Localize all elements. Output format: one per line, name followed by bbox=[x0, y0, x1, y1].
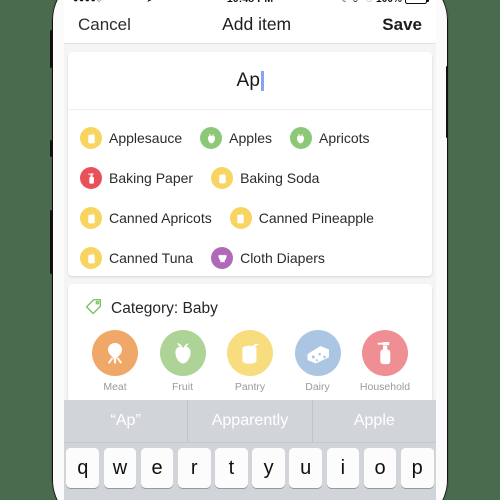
suggestion-item-label: Apricots bbox=[318, 130, 370, 146]
suggestion-item-label: Baking Soda bbox=[240, 170, 320, 186]
category-item-pantry[interactable]: Pantry bbox=[221, 330, 279, 393]
diaper-icon bbox=[211, 247, 234, 269]
suggestion-item[interactable]: Baking Paper bbox=[80, 167, 193, 189]
battery-percent-label: 100% bbox=[376, 0, 402, 5]
spray-bottle-icon bbox=[362, 330, 408, 376]
suggestion-item[interactable]: Apples bbox=[200, 127, 272, 149]
category-header-label: Category: Baby bbox=[111, 300, 218, 317]
status-bar-right: ☾ ☍ ⏱ 100% bbox=[273, 0, 430, 5]
suggestion-item-label: Canned Pineapple bbox=[258, 210, 374, 226]
suggestion-item-label: Applesauce bbox=[109, 130, 183, 146]
category-item-label: Dairy bbox=[305, 381, 330, 393]
spray-bottle-icon bbox=[80, 167, 102, 189]
keyboard-row-1: qwertyuiop bbox=[66, 448, 434, 488]
key-q[interactable]: q bbox=[66, 448, 100, 488]
suggestion-row: Canned Tuna Cloth Diapers bbox=[80, 238, 420, 278]
can-icon bbox=[80, 207, 102, 229]
category-item-label: Pantry bbox=[234, 381, 266, 393]
text-caret bbox=[261, 70, 264, 91]
category-strip: Meat Fruit Pantry Dairy Household bbox=[68, 330, 432, 393]
signal-strength-icon: ●●●●○ bbox=[73, 0, 102, 4]
category-item-household[interactable]: Household bbox=[356, 330, 414, 393]
cancel-button[interactable]: Cancel bbox=[78, 15, 131, 35]
suggestion-item[interactable]: Baking Soda bbox=[211, 167, 319, 189]
category-item-label: Fruit bbox=[172, 381, 193, 393]
autocomplete-suggestion[interactable]: Apple bbox=[311, 400, 436, 442]
keyboard-key-rows: qwertyuiop bbox=[64, 443, 436, 488]
category-item-label: Meat bbox=[103, 381, 127, 393]
search-field-row[interactable]: Ap bbox=[68, 52, 432, 110]
key-r[interactable]: r bbox=[177, 448, 211, 488]
suggestion-row: Canned Apricots Canned Pineapple bbox=[80, 198, 420, 238]
location-arrow-icon: ➤ bbox=[146, 0, 154, 5]
suggestion-item[interactable]: Cloth Diapers bbox=[211, 247, 325, 269]
suggestion-item-label: Cloth Diapers bbox=[240, 250, 325, 266]
onscreen-keyboard: “Ap” Apparently Apple qwertyuiop bbox=[64, 400, 436, 500]
bluetooth-icon: ☍ bbox=[353, 0, 363, 5]
key-u[interactable]: u bbox=[289, 448, 323, 488]
key-e[interactable]: e bbox=[140, 448, 174, 488]
can-icon bbox=[211, 167, 234, 189]
can-icon bbox=[80, 127, 102, 149]
autocomplete-bar: “Ap” Apparently Apple bbox=[64, 400, 436, 442]
category-item-dairy[interactable]: Dairy bbox=[289, 330, 347, 393]
category-item-meat[interactable]: Meat bbox=[86, 330, 144, 393]
suggestion-card: Ap Applesauce Apples Apricots Baking Paper B… bbox=[68, 52, 432, 276]
suggestion-item-label: Canned Tuna bbox=[109, 250, 194, 266]
key-o[interactable]: o bbox=[363, 448, 397, 488]
category-item-fruit[interactable]: Fruit bbox=[154, 330, 212, 393]
apple-icon bbox=[159, 330, 206, 376]
power-button[interactable] bbox=[446, 66, 449, 138]
page-title: Add item bbox=[222, 14, 292, 34]
status-bar-clock: 10:48 PM bbox=[227, 0, 273, 5]
screenshot-stage: ●●●●○ ➤ 10:48 PM ☾ ☍ ⏱ 100% Cancel Add i… bbox=[0, 0, 500, 500]
suggestion-row: Applesauce Apples Apricots bbox=[80, 118, 420, 158]
save-button[interactable]: Save bbox=[382, 15, 422, 35]
cheese-icon bbox=[294, 330, 341, 376]
category-card: Category: Baby Meat Fruit Pantry Dairy House… bbox=[68, 284, 432, 402]
suggestion-item[interactable]: Apricots bbox=[289, 127, 370, 149]
key-t[interactable]: t bbox=[215, 448, 248, 488]
category-header: Category: Baby bbox=[68, 284, 432, 330]
navigation-bar: Cancel Add item Save bbox=[64, 6, 436, 44]
suggestion-item-label: Baking Paper bbox=[109, 170, 194, 186]
apple-icon bbox=[200, 127, 223, 149]
autocomplete-suggestion[interactable]: Apparently bbox=[187, 400, 311, 442]
carrier-label bbox=[107, 0, 141, 4]
cans-stack-icon bbox=[227, 330, 273, 376]
suggestion-item[interactable]: Applesauce bbox=[80, 127, 182, 149]
suggestion-item[interactable]: Canned Pineapple bbox=[229, 207, 374, 229]
can-icon bbox=[80, 247, 102, 269]
status-bar-left: ●●●●○ ➤ bbox=[73, 0, 227, 5]
moon-icon: ☾ bbox=[341, 0, 350, 5]
can-icon bbox=[229, 207, 252, 229]
battery-icon bbox=[405, 0, 430, 5]
suggestion-item[interactable]: Canned Tuna bbox=[80, 247, 193, 269]
suggestion-row: Baking Paper Baking Soda bbox=[80, 158, 420, 198]
phone-screen: ●●●●○ ➤ 10:48 PM ☾ ☍ ⏱ 100% Cancel Add i… bbox=[64, 0, 436, 500]
autocomplete-suggestion[interactable]: “Ap” bbox=[64, 400, 187, 442]
tag-icon bbox=[84, 297, 103, 321]
alarm-icon: ⏱ bbox=[366, 0, 374, 5]
suggestion-item-label: Canned Apricots bbox=[109, 210, 212, 226]
suggestion-list: Applesauce Apples Apricots Baking Paper Baki… bbox=[68, 110, 432, 278]
apple-icon bbox=[289, 127, 312, 149]
suggestion-item-label: Apples bbox=[229, 130, 272, 146]
chicken-icon bbox=[92, 330, 138, 376]
category-item-label: Household bbox=[359, 381, 411, 393]
search-input[interactable]: Ap bbox=[236, 70, 260, 92]
key-p[interactable]: p bbox=[400, 448, 434, 488]
suggestion-item[interactable]: Canned Apricots bbox=[80, 207, 212, 229]
key-i[interactable]: i bbox=[326, 448, 360, 488]
key-w[interactable]: w bbox=[103, 448, 137, 488]
key-y[interactable]: y bbox=[252, 448, 285, 488]
